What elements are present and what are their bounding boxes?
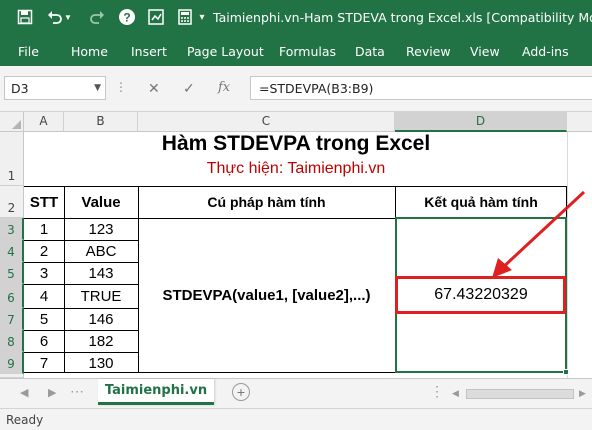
header-syntax[interactable]: Cú pháp hàm tính: [138, 186, 395, 218]
value-cell[interactable]: 146: [64, 308, 138, 330]
tab-data[interactable]: Data: [355, 44, 385, 59]
value-cell[interactable]: 143: [64, 262, 138, 284]
column-header-e[interactable]: [567, 112, 592, 132]
formula-bar-area: D3 ▼ ⋮ ✕ ✓ fx =STDEVPA(B3:B9): [0, 66, 592, 112]
result-highlight-box: [395, 276, 566, 314]
tab-formulas[interactable]: Formulas: [279, 44, 336, 59]
tab-view[interactable]: View: [470, 44, 500, 59]
row-header-2[interactable]: 2: [0, 186, 24, 218]
sheet-tabs-bar: ◀ ▶ ⋯ Taimienphi.vn + ⋮ ◀ ▶: [0, 378, 592, 408]
stt-cell[interactable]: 4: [24, 284, 64, 308]
next-sheet-icon[interactable]: ▶: [48, 386, 56, 399]
window-title: Taimienphi.vn-Ham STDEVA trong Excel.xls…: [213, 10, 592, 25]
select-all-button[interactable]: [0, 112, 24, 132]
value-cell[interactable]: 182: [64, 330, 138, 352]
sheet-title[interactable]: Hàm STDEVPA trong Excel: [24, 132, 568, 159]
formula-bar-grip-icon[interactable]: ⋮: [115, 80, 127, 98]
cancel-icon[interactable]: ✕: [148, 80, 160, 97]
sheet-tab-taimienphi[interactable]: Taimienphi.vn: [98, 379, 214, 405]
row-header-7[interactable]: 7: [0, 308, 24, 330]
column-header-c[interactable]: C: [138, 112, 395, 132]
tab-file[interactable]: File: [18, 44, 39, 59]
fill-handle[interactable]: [563, 369, 569, 375]
annotation-arrow-icon: [492, 190, 586, 278]
row-header-1[interactable]: 1: [0, 132, 24, 186]
tab-insert[interactable]: Insert: [131, 44, 167, 59]
status-text: Ready: [6, 413, 44, 427]
column-header-b[interactable]: B: [64, 112, 138, 132]
status-bar: Ready: [0, 408, 592, 430]
ribbon-tabs: File Home Insert Page Layout Formulas Da…: [0, 36, 592, 66]
stt-cell[interactable]: 1: [24, 218, 64, 240]
row-header-4[interactable]: 4: [0, 240, 24, 262]
value-cell[interactable]: TRUE: [64, 284, 138, 308]
stt-cell[interactable]: 3: [24, 262, 64, 284]
enter-icon[interactable]: ✓: [183, 80, 195, 97]
tab-home[interactable]: Home: [71, 44, 108, 59]
row-header-8[interactable]: 8: [0, 330, 24, 352]
name-box[interactable]: D3 ▼: [4, 76, 106, 100]
formula-input[interactable]: =STDEVPA(B3:B9): [250, 76, 592, 100]
undo-dropdown-icon[interactable]: ▼: [62, 6, 74, 28]
title-bar: ▼ ? ▾ Taimienphi.vn-Ham STDEVA trong Exc…: [0, 0, 592, 36]
value-cell[interactable]: ABC: [64, 240, 138, 262]
stt-cell[interactable]: 5: [24, 308, 64, 330]
row-header-6[interactable]: 6: [0, 284, 24, 308]
insert-function-icon[interactable]: fx: [218, 80, 230, 95]
column-header-a[interactable]: A: [24, 112, 64, 132]
add-sheet-icon[interactable]: +: [232, 383, 250, 401]
row-header-9[interactable]: 9: [0, 352, 24, 374]
chevron-down-icon[interactable]: ▼: [94, 83, 101, 93]
sheet-menu-icon[interactable]: ⋯: [70, 383, 84, 400]
insert-chart-icon[interactable]: [145, 6, 167, 28]
column-header-d[interactable]: D: [395, 112, 567, 132]
row-header-3[interactable]: 3: [0, 218, 24, 240]
calculator-icon[interactable]: [174, 6, 196, 28]
tab-page-layout[interactable]: Page Layout: [187, 44, 264, 59]
value-cell[interactable]: 123: [64, 218, 138, 240]
customize-qat-icon[interactable]: ▾: [196, 6, 208, 28]
syntax-cell[interactable]: STDEVPA(value1, [value2],...): [138, 218, 395, 372]
stt-cell[interactable]: 2: [24, 240, 64, 262]
tab-add-ins[interactable]: Add-ins: [522, 44, 569, 59]
select-all-triangle-icon: [12, 120, 21, 129]
help-icon[interactable]: ?: [116, 6, 138, 28]
header-value[interactable]: Value: [64, 186, 138, 218]
stt-cell[interactable]: 7: [24, 352, 64, 374]
scroll-left-icon[interactable]: ◀: [452, 388, 459, 399]
horizontal-scrollbar[interactable]: [466, 389, 574, 399]
prev-sheet-icon[interactable]: ◀: [20, 386, 28, 399]
redo-icon[interactable]: [86, 6, 108, 28]
sheet-subtitle[interactable]: Thực hiện: Taimienphi.vn: [24, 160, 568, 182]
name-box-value: D3: [11, 81, 29, 96]
stt-cell[interactable]: 6: [24, 330, 64, 352]
value-cell[interactable]: 130: [64, 352, 138, 374]
tab-split-handle-icon[interactable]: ⋮: [430, 383, 444, 400]
tab-review[interactable]: Review: [406, 44, 451, 59]
row-header-5[interactable]: 5: [0, 262, 24, 284]
svg-text:?: ?: [123, 11, 130, 25]
save-icon[interactable]: [14, 6, 36, 28]
scroll-right-icon[interactable]: ▶: [579, 388, 586, 399]
header-stt[interactable]: STT: [24, 186, 64, 218]
